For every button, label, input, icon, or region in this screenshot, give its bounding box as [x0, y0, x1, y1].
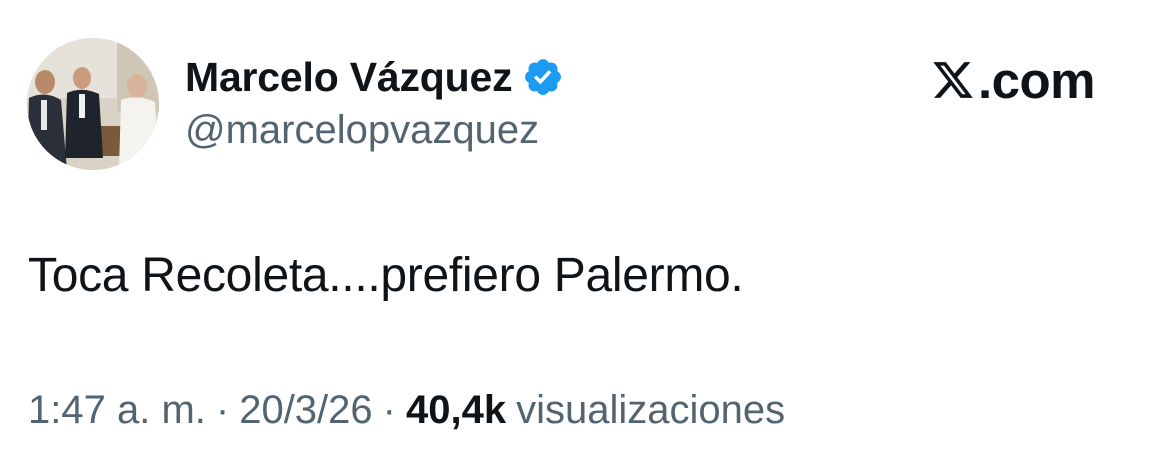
tweet-meta: 1:47 a. m. · 20/3/26 · 40,4k visualizaci…	[28, 388, 785, 433]
tweet-date[interactable]: 20/3/26	[239, 388, 372, 433]
display-name-row: Marcelo Vázquez	[185, 52, 564, 102]
user-handle[interactable]: @marcelopvazquez	[185, 108, 539, 153]
tweet-card: Marcelo Vázquez @marcelopvazquez .com To…	[0, 0, 1170, 468]
views-label: visualizaciones	[516, 388, 786, 432]
brand-suffix: .com	[978, 51, 1096, 109]
views-count[interactable]: 40,4k	[406, 388, 506, 433]
meta-separator: ·	[215, 388, 230, 432]
tweet-text: Toca Recoleta....prefiero Palermo.	[28, 249, 744, 302]
meta-separator: ·	[382, 388, 396, 432]
avatar-photo	[27, 38, 159, 170]
tweet-time[interactable]: 1:47 a. m.	[28, 388, 206, 433]
x-logo-icon	[930, 58, 976, 102]
avatar[interactable]	[27, 38, 159, 170]
verified-badge-icon[interactable]	[522, 56, 564, 98]
brand-watermark: .com	[930, 51, 1096, 109]
display-name[interactable]: Marcelo Vázquez	[185, 54, 513, 101]
